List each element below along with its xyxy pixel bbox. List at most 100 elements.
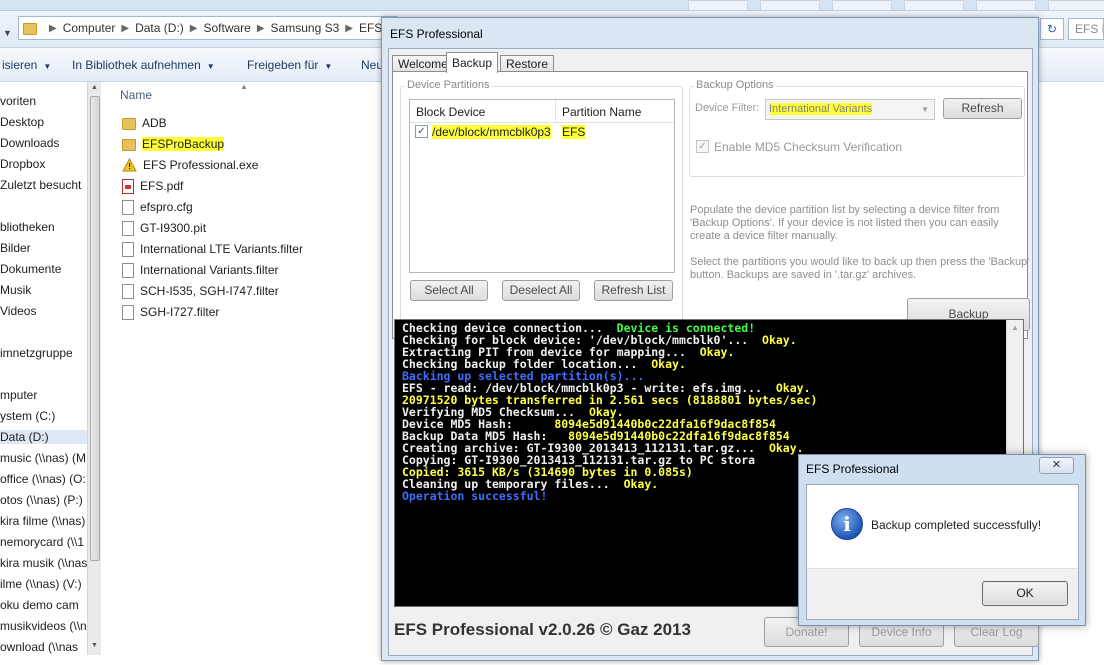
taskbar-thumb[interactable] — [688, 0, 748, 11]
new-folder-button[interactable]: Neu — [361, 58, 383, 72]
organize-button[interactable]: isieren ▼ — [2, 58, 51, 72]
nav-item-favorites[interactable]: voriten — [0, 94, 36, 108]
nav-item-dropbox[interactable]: Dropbox — [0, 157, 45, 171]
nav-item-memorycard[interactable]: nemorycard (\\1 — [0, 535, 84, 549]
taskbar-thumb[interactable] — [832, 0, 892, 11]
scroll-down-icon[interactable]: ▼ — [91, 642, 98, 649]
device-filter-select[interactable]: International Variants ▼ — [765, 99, 935, 120]
navigation-pane: voriten Desktop Downloads Dropbox Zuletz… — [0, 82, 100, 665]
dialog-footer: OK — [807, 568, 1078, 619]
nav-item-music-nas[interactable]: music (\\nas) (M — [0, 451, 86, 465]
file-item-adb[interactable]: ADB — [122, 113, 167, 133]
log-line: Operation successful! — [402, 490, 817, 502]
file-name: SCH-I535, SGH-I747.filter — [140, 284, 279, 298]
document-icon — [122, 304, 134, 320]
nav-item-download-nas[interactable]: ownload (\\nas — [0, 640, 78, 654]
refresh-list-button[interactable]: Refresh List — [594, 280, 673, 301]
file-name: SGH-I727.filter — [140, 305, 220, 319]
taskbar-thumb[interactable] — [976, 0, 1036, 11]
nav-item-computer[interactable]: mputer — [0, 388, 37, 402]
document-icon — [122, 220, 134, 236]
nav-item-music[interactable]: Musik — [0, 283, 31, 297]
nav-item-system-c[interactable]: ystem (C:) — [0, 409, 55, 423]
nav-item-libraries[interactable]: bliotheken — [0, 220, 55, 234]
file-item-efs-pdf[interactable]: EFS.pdf — [122, 176, 183, 196]
file-item-sch-filter[interactable]: SCH-I535, SGH-I747.filter — [122, 281, 279, 301]
file-name: efspro.cfg — [140, 200, 193, 214]
column-divider — [555, 100, 556, 122]
nav-item-homegroup[interactable]: imnetzgruppe — [0, 346, 73, 360]
nav-item-kira-musik[interactable]: kira musik (\\nas — [0, 556, 87, 570]
folder-icon — [23, 23, 37, 35]
nav-item-kira-filme[interactable]: kira filme (\\nas) — [0, 514, 85, 528]
file-item-intl-filter[interactable]: International Variants.filter — [122, 260, 279, 280]
file-item-lte-filter[interactable]: International LTE Variants.filter — [122, 239, 303, 259]
file-item-efsprobackup[interactable]: EFSProBackup — [122, 134, 225, 154]
refresh-filter-button[interactable]: Refresh — [943, 98, 1022, 119]
taskbar-thumb[interactable] — [1048, 0, 1104, 11]
md5-checkbox-label: Enable MD5 Checksum Verification — [714, 140, 903, 154]
log-segment: Okay. — [762, 333, 797, 347]
taskbar-thumb[interactable] — [904, 0, 964, 11]
file-item-sgh-filter[interactable]: SGH-I727.filter — [122, 302, 219, 322]
log-output: Checking device connection... Device is … — [402, 322, 817, 502]
nav-item-oku-demo[interactable]: oku demo cam — [0, 598, 79, 612]
nav-item-pictures[interactable]: Bilder — [0, 241, 31, 255]
select-all-button[interactable]: Select All — [410, 280, 488, 301]
nav-dropdown-icon[interactable]: ▼ — [3, 28, 12, 38]
nav-item-office-nas[interactable]: office (\\nas) (O: — [0, 472, 86, 486]
column-header-name[interactable]: Name — [120, 88, 152, 102]
dialog-body: i Backup completed successfully! OK — [806, 484, 1079, 620]
column-block-device[interactable]: Block Device — [416, 105, 485, 119]
nav-item-data-d[interactable]: Data (D:) — [0, 430, 88, 444]
file-item-efs-exe[interactable]: EFS Professional.exe — [122, 155, 258, 175]
md5-checkbox[interactable]: ✓ — [696, 140, 709, 153]
nav-item-recent[interactable]: Zuletzt besucht — [0, 178, 81, 192]
organize-label: isieren — [2, 58, 38, 72]
log-segment: Okay. — [623, 477, 659, 491]
document-icon — [122, 199, 134, 215]
scrollbar-thumb[interactable] — [90, 96, 100, 561]
breadcrumb-samsung-s3[interactable]: Samsung S3 — [271, 21, 340, 35]
partition-row[interactable]: ✓ /dev/block/mmcblk0p3 EFS — [410, 123, 674, 142]
backup-tab-panel: Device Partitions Block Device Partition… — [392, 71, 1030, 339]
search-input[interactable]: EFS B — [1068, 18, 1104, 40]
file-name: EFS Professional.exe — [143, 158, 259, 172]
backup-options-label: Backup Options — [694, 79, 776, 91]
file-item-pit[interactable]: GT-I9300.pit — [122, 218, 206, 238]
breadcrumb-efs[interactable]: EFS — [359, 21, 382, 35]
include-in-library-label: In Bibliothek aufnehmen — [72, 58, 201, 72]
device-filter-label: Device Filter: — [695, 102, 760, 114]
column-partition-name[interactable]: Partition Name — [562, 105, 641, 119]
tab-restore[interactable]: Restore — [500, 55, 555, 72]
nav-item-desktop[interactable]: Desktop — [0, 115, 44, 129]
refresh-icon[interactable]: ↻ — [1040, 18, 1064, 40]
partition-checkbox[interactable]: ✓ — [415, 125, 428, 138]
document-icon — [122, 283, 134, 299]
taskbar-thumb[interactable] — [760, 0, 820, 11]
scroll-up-icon[interactable]: ▲ — [1011, 323, 1019, 332]
tab-backup[interactable]: Backup — [446, 52, 499, 73]
nav-item-videos[interactable]: Videos — [0, 304, 36, 318]
close-icon[interactable]: ✕ — [1039, 457, 1074, 474]
share-with-button[interactable]: Freigeben für ▼ — [247, 58, 332, 72]
deselect-all-button[interactable]: Deselect All — [502, 280, 580, 301]
scroll-up-icon[interactable]: ▲ — [91, 84, 98, 91]
tab-welcome[interactable]: Welcome — [392, 55, 454, 72]
breadcrumb-computer[interactable]: Computer — [63, 21, 116, 35]
breadcrumb-data-d[interactable]: Data (D:) — [135, 21, 184, 35]
ok-button[interactable]: OK — [982, 581, 1068, 606]
nav-item-musikvideos[interactable]: musikvideos (\\n — [0, 619, 87, 633]
nav-item-photos-nas[interactable]: otos (\\nas) (P:) — [0, 493, 83, 507]
chevron-down-icon: ▼ — [921, 105, 929, 114]
file-name: EFS.pdf — [140, 179, 184, 193]
dialog-title: EFS Professional — [806, 462, 899, 476]
breadcrumb-software[interactable]: Software — [203, 21, 250, 35]
nav-item-filme-nas[interactable]: ilme (\\nas) (V:) — [0, 577, 82, 591]
nav-item-documents[interactable]: Dokumente — [0, 262, 61, 276]
address-breadcrumb[interactable]: ▶ Computer ▶ Data (D:) ▶ Software ▶ Sams… — [18, 16, 398, 40]
nav-item-downloads[interactable]: Downloads — [0, 136, 59, 150]
nav-scrollbar[interactable]: ▲ ▼ — [87, 82, 101, 655]
file-item-efspro-cfg[interactable]: efspro.cfg — [122, 197, 193, 217]
include-in-library-button[interactable]: In Bibliothek aufnehmen ▼ — [72, 58, 215, 72]
